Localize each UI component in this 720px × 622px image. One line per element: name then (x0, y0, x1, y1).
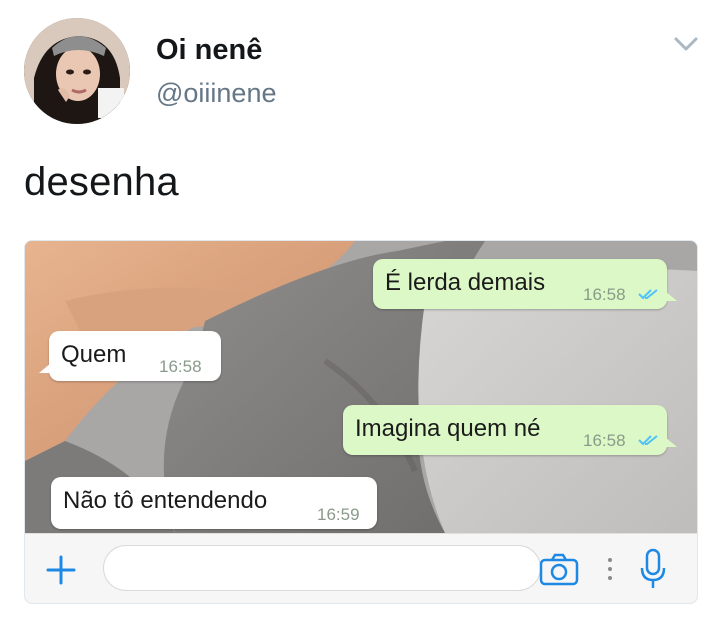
tweet-text: desenha (24, 160, 179, 204)
message-bubble-outgoing[interactable]: Imagina quem né 16:58 (343, 405, 677, 455)
read-ticks-icon (638, 435, 658, 446)
read-ticks-icon (638, 289, 658, 300)
message-text: É lerda demais (385, 269, 546, 296)
message-time: 16:58 (583, 285, 626, 304)
tweet-media[interactable]: É lerda demais 16:58 Quem 16:58 Imagina … (24, 240, 698, 604)
message-input[interactable] (103, 545, 541, 591)
mic-icon[interactable] (639, 548, 667, 590)
message-text: Imagina quem né (355, 415, 541, 442)
display-name[interactable]: Oi nenê (156, 34, 262, 67)
message-text: Não tô entendendo (63, 487, 268, 514)
username[interactable]: @oiiinene (156, 78, 277, 109)
message-time: 16:58 (583, 431, 626, 450)
message-time: 16:59 (317, 505, 360, 524)
avatar-photo (24, 18, 130, 124)
tweet-header: Oi nenê @oiiinene (0, 0, 720, 140)
avatar[interactable] (24, 18, 130, 124)
more-dots-icon[interactable] (607, 556, 613, 582)
message-time: 16:58 (159, 357, 202, 376)
chat-input-bar (25, 533, 697, 603)
chevron-down-icon[interactable] (672, 34, 700, 54)
message-text: Quem (61, 341, 127, 368)
message-bubble-outgoing[interactable]: É lerda demais 16:58 (373, 259, 677, 309)
message-bubble-incoming[interactable]: Não tô entendendo 16:59 (51, 477, 377, 529)
camera-icon[interactable] (539, 552, 579, 586)
plus-icon[interactable] (45, 554, 77, 586)
message-bubble-incoming[interactable]: Quem 16:58 (39, 331, 221, 381)
